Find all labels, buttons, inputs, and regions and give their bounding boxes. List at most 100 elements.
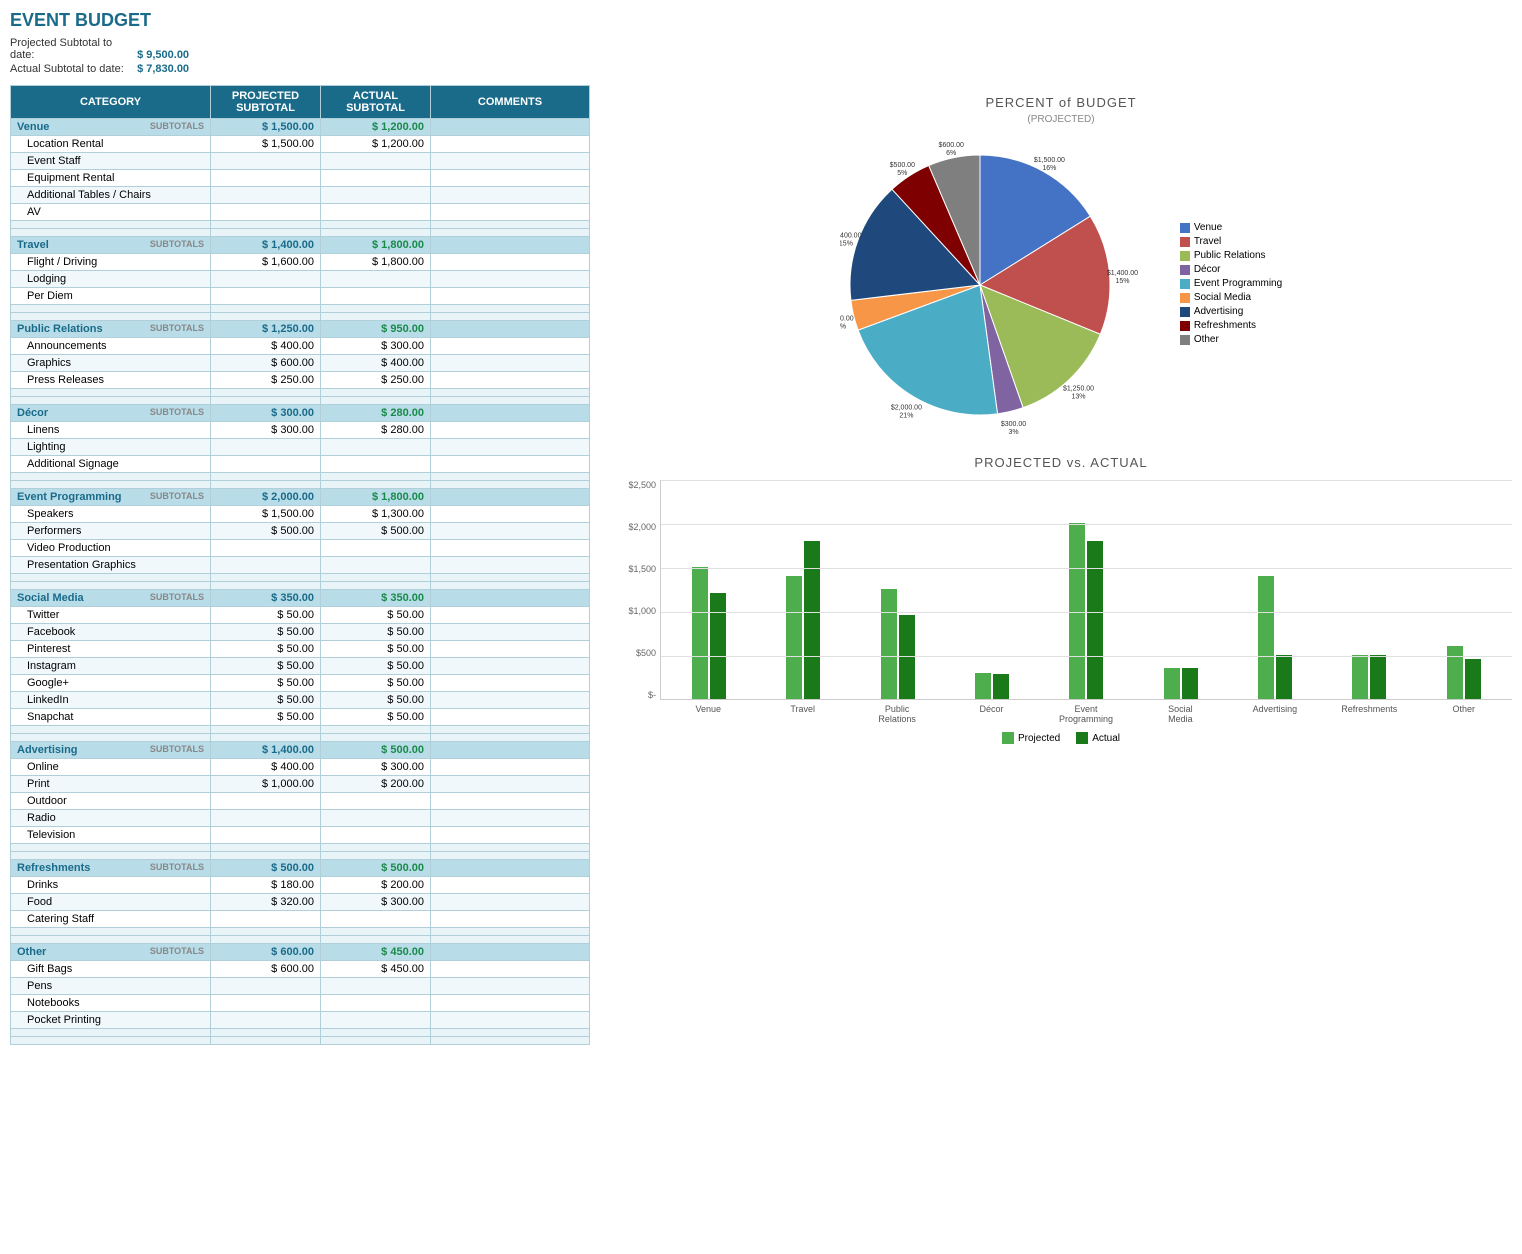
- category-row: Social Media SUBTOTALS $ 350.00 $ 350.00: [11, 590, 590, 607]
- table-row: Instagram $ 50.00 $ 50.00: [11, 658, 590, 675]
- actual-subtotal: $ 1,800.00: [321, 489, 431, 506]
- item-comment: [431, 793, 590, 810]
- item-name: AV: [11, 204, 211, 221]
- bar-legend-color: [1002, 732, 1014, 744]
- bar-group: [760, 480, 846, 699]
- pie-outer-label: $600.006%: [938, 142, 963, 157]
- actual-bar: [993, 674, 1009, 699]
- item-actual: $ 50.00: [321, 607, 431, 624]
- comments: [431, 489, 590, 506]
- item-comment: [431, 456, 590, 473]
- item-actual: $ 1,800.00: [321, 254, 431, 271]
- category-name: Public Relations SUBTOTALS: [11, 321, 211, 338]
- col-category: CATEGORY: [11, 86, 211, 119]
- item-name: Flight / Driving: [11, 254, 211, 271]
- table-row: Per Diem: [11, 288, 590, 305]
- bar-group: [949, 480, 1035, 699]
- pie-outer-label: $300.003%: [1001, 421, 1026, 435]
- item-actual: [321, 1012, 431, 1029]
- proj-subtotal: $ 1,400.00: [211, 237, 321, 254]
- item-comment: [431, 372, 590, 389]
- item-comment: [431, 540, 590, 557]
- category-row: Travel SUBTOTALS $ 1,400.00 $ 1,800.00: [11, 237, 590, 254]
- legend-label: Décor: [1194, 264, 1221, 275]
- bar-legend-item: Projected: [1002, 732, 1060, 744]
- bar-y-axis: $2,500$2,000$1,500$1,000$500$-: [610, 480, 660, 700]
- table-row: AV: [11, 204, 590, 221]
- table-row: Pinterest $ 50.00 $ 50.00: [11, 641, 590, 658]
- legend-color: [1180, 321, 1190, 331]
- item-comment: [431, 995, 590, 1012]
- table-row: Facebook $ 50.00 $ 50.00: [11, 624, 590, 641]
- empty-row: [11, 473, 590, 481]
- legend-label: Public Relations: [1194, 250, 1266, 261]
- item-proj: [211, 187, 321, 204]
- item-actual: $ 1,300.00: [321, 506, 431, 523]
- item-actual: [321, 557, 431, 574]
- actual-bar: [710, 593, 726, 699]
- item-actual: [321, 793, 431, 810]
- legend-color: [1180, 265, 1190, 275]
- y-axis-label: $500: [636, 648, 656, 658]
- item-name: Facebook: [11, 624, 211, 641]
- item-proj: $ 600.00: [211, 961, 321, 978]
- pie-chart-title: PERCENT of BUDGET: [610, 95, 1512, 110]
- item-actual: [321, 204, 431, 221]
- projected-bar: [1069, 523, 1085, 699]
- item-proj: [211, 793, 321, 810]
- empty-row: [11, 844, 590, 852]
- item-actual: [321, 978, 431, 995]
- table-row: Online $ 400.00 $ 300.00: [11, 759, 590, 776]
- item-comment: [431, 776, 590, 793]
- table-row: Flight / Driving $ 1,600.00 $ 1,800.00: [11, 254, 590, 271]
- item-name: Radio: [11, 810, 211, 827]
- item-name: Drinks: [11, 877, 211, 894]
- category-row: Advertising SUBTOTALS $ 1,400.00 $ 500.0…: [11, 742, 590, 759]
- item-actual: [321, 439, 431, 456]
- legend-label: Event Programming: [1194, 278, 1282, 289]
- item-proj: $ 500.00: [211, 523, 321, 540]
- item-proj: [211, 557, 321, 574]
- col-comments: COMMENTS: [431, 86, 590, 119]
- item-actual: $ 500.00: [321, 523, 431, 540]
- legend-item: Advertising: [1180, 306, 1282, 317]
- actual-subtotal: $ 950.00: [321, 321, 431, 338]
- legend-item: Social Media: [1180, 292, 1282, 303]
- item-actual: $ 400.00: [321, 355, 431, 372]
- item-proj: $ 300.00: [211, 422, 321, 439]
- item-name: Lighting: [11, 439, 211, 456]
- item-name: Press Releases: [11, 372, 211, 389]
- item-actual: [321, 170, 431, 187]
- item-proj: $ 50.00: [211, 675, 321, 692]
- pie-legend: VenueTravelPublic RelationsDécorEvent Pr…: [1180, 222, 1282, 348]
- item-proj: $ 50.00: [211, 658, 321, 675]
- proj-subtotal: $ 600.00: [211, 944, 321, 961]
- item-actual: [321, 827, 431, 844]
- item-name: Additional Signage: [11, 456, 211, 473]
- item-name: Pocket Printing: [11, 1012, 211, 1029]
- item-proj: $ 250.00: [211, 372, 321, 389]
- legend-color: [1180, 279, 1190, 289]
- empty-row: [11, 928, 590, 936]
- table-row: Twitter $ 50.00 $ 50.00: [11, 607, 590, 624]
- table-row: Equipment Rental: [11, 170, 590, 187]
- item-name: Graphics: [11, 355, 211, 372]
- category-name: Advertising SUBTOTALS: [11, 742, 211, 759]
- actual-bar: [1087, 541, 1103, 699]
- proj-subtotal: $ 2,000.00: [211, 489, 321, 506]
- table-row: Performers $ 500.00 $ 500.00: [11, 523, 590, 540]
- x-axis-label: EventProgramming: [1043, 704, 1129, 724]
- item-comment: [431, 523, 590, 540]
- charts-panel: PERCENT of BUDGET (PROJECTED) $1,500.001…: [610, 85, 1512, 1045]
- item-proj: $ 400.00: [211, 338, 321, 355]
- proj-subtotal: $ 300.00: [211, 405, 321, 422]
- proj-subtotal: $ 350.00: [211, 590, 321, 607]
- pie-outer-label: $350.004%: [840, 315, 854, 330]
- category-name: Event Programming SUBTOTALS: [11, 489, 211, 506]
- item-name: Notebooks: [11, 995, 211, 1012]
- bar-legend-color: [1076, 732, 1088, 744]
- item-comment: [431, 271, 590, 288]
- proj-subtotal: $ 1,500.00: [211, 119, 321, 136]
- item-proj: $ 1,500.00: [211, 506, 321, 523]
- comments: [431, 119, 590, 136]
